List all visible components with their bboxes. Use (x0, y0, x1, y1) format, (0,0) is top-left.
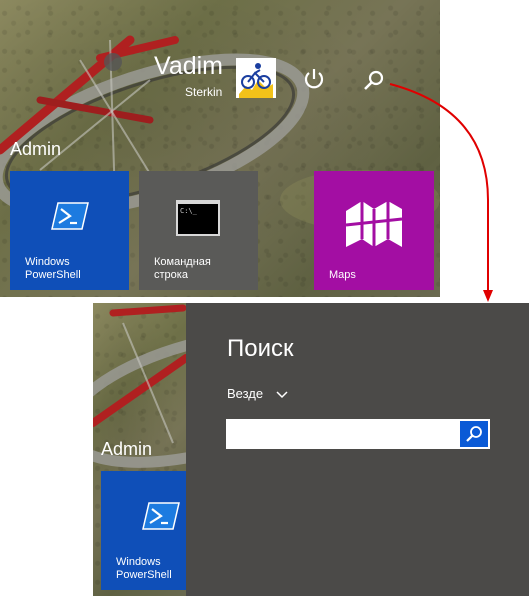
annotation-arrow (389, 83, 493, 302)
